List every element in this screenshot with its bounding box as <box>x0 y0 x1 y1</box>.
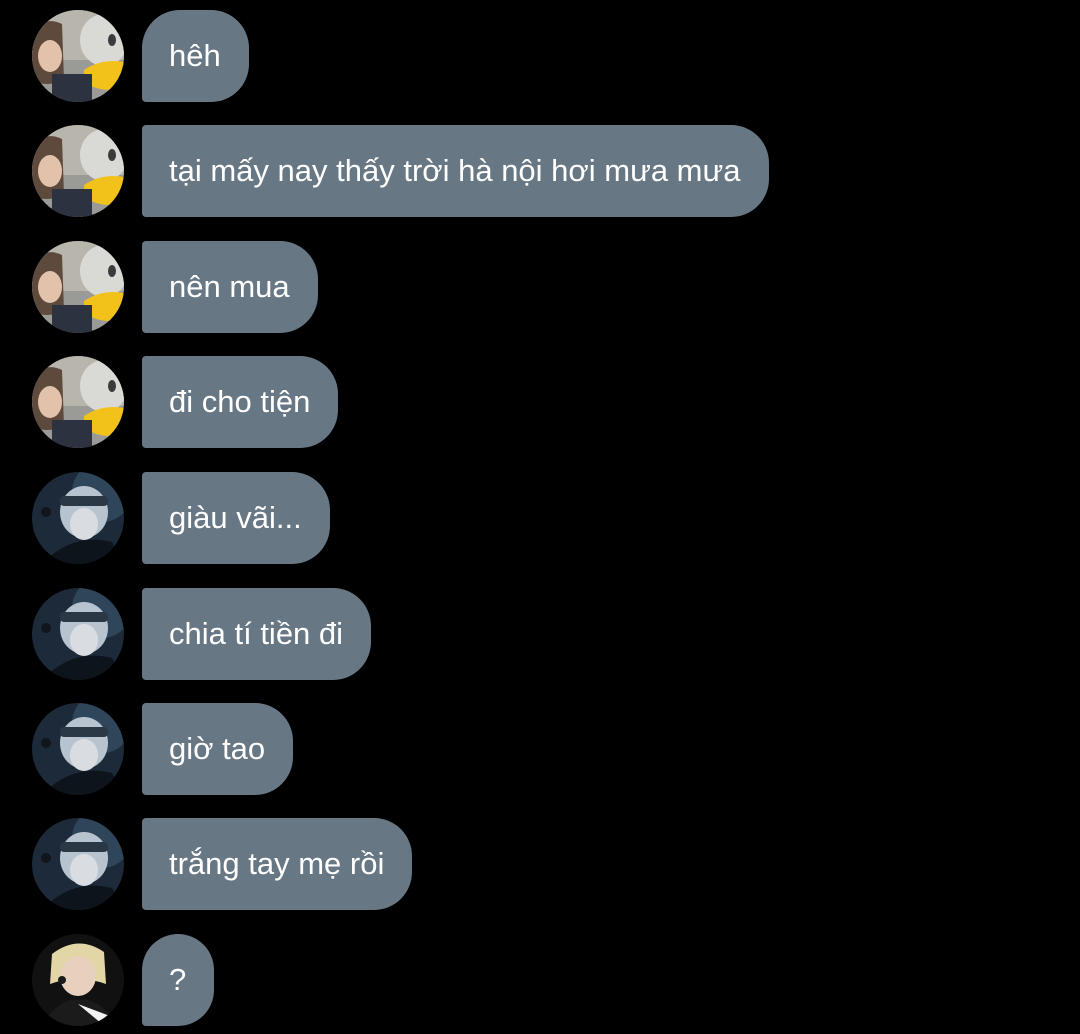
message-row: chia tí tiền đi <box>0 588 1080 680</box>
message-row: nên mua <box>0 241 1080 333</box>
message-row: giờ tao <box>0 703 1080 795</box>
message-bubble[interactable]: tại mấy nay thấy trời hà nội hơi mưa mưa <box>142 125 769 217</box>
message-row: giàu vãi... <box>0 472 1080 564</box>
headband-singer-avatar[interactable] <box>32 703 124 795</box>
duck-person-avatar[interactable] <box>32 356 124 448</box>
message-row: đi cho tiện <box>0 356 1080 448</box>
duck-person-avatar[interactable] <box>32 241 124 333</box>
message-bubble[interactable]: giờ tao <box>142 703 294 795</box>
message-bubble[interactable]: trắng tay mẹ rồi <box>142 818 413 910</box>
message-row: ? <box>0 934 1080 1026</box>
message-row: hêh <box>0 10 1080 102</box>
message-bubble[interactable]: đi cho tiện <box>142 356 339 448</box>
headband-singer-avatar[interactable] <box>32 472 124 564</box>
blonde-person-avatar[interactable] <box>32 934 124 1026</box>
message-bubble[interactable]: ? <box>142 934 215 1026</box>
message-bubble[interactable]: giàu vãi... <box>142 472 330 564</box>
message-row: tại mấy nay thấy trời hà nội hơi mưa mưa <box>0 125 1080 217</box>
message-bubble[interactable]: chia tí tiền đi <box>142 588 372 680</box>
message-row: trắng tay mẹ rồi <box>0 818 1080 910</box>
headband-singer-avatar[interactable] <box>32 588 124 680</box>
message-bubble[interactable]: hêh <box>142 10 249 102</box>
headband-singer-avatar[interactable] <box>32 818 124 910</box>
duck-person-avatar[interactable] <box>32 125 124 217</box>
duck-person-avatar[interactable] <box>32 10 124 102</box>
message-bubble[interactable]: nên mua <box>142 241 318 333</box>
